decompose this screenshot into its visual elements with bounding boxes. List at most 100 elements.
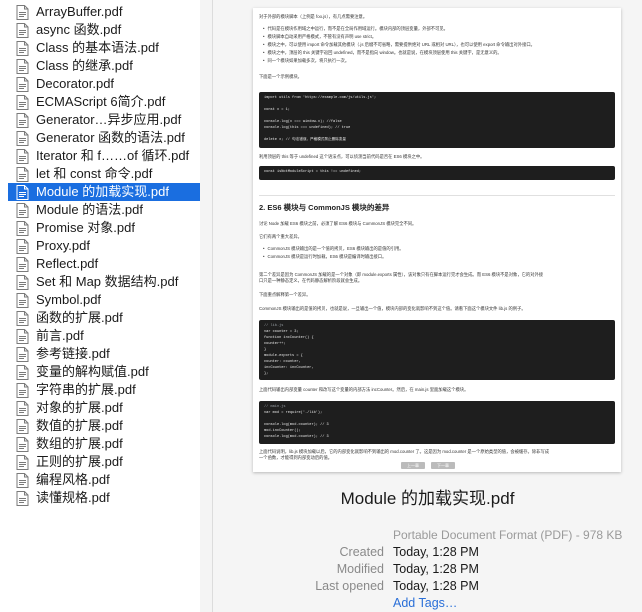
file-row[interactable]: ECMAScript 6简介.pdf (8, 93, 200, 111)
file-label: Reflect.pdf (36, 256, 99, 271)
meta-last-opened: Last opened Today, 1:28 PM (213, 579, 642, 595)
doc-bullet: 代码是在模块作用域之中运行，而不是在全局作用域运行。模块内部的顶层变量，外部不可… (263, 26, 615, 32)
meta-value: Today, 1:28 PM (393, 579, 479, 593)
doc-section-intro: 讨论 Node 加载 ES6 模块之前，必须了解 ES6 模块与 CommonJ… (259, 221, 417, 226)
file-label: Promise 对象.pdf (36, 220, 135, 235)
file-row[interactable]: 函数的扩展.pdf (8, 309, 200, 327)
file-label: ECMAScript 6简介.pdf (36, 94, 166, 109)
file-label: 数值的扩展.pdf (36, 418, 123, 433)
pdf-file-icon (16, 382, 29, 398)
file-row[interactable]: 数值的扩展.pdf (8, 417, 200, 435)
file-row[interactable]: Reflect.pdf (8, 255, 200, 273)
doc-bullet: 模块之中，可以使用 import 命令加载其他模块（.js 后缀不可省略，需要提… (263, 42, 615, 48)
pager-next: 下一章 (431, 462, 455, 469)
file-label: 编程风格.pdf (36, 472, 110, 487)
file-row[interactable]: Proxy.pdf (8, 237, 200, 255)
file-label: Decorator.pdf (36, 76, 115, 91)
doc-para6b: 一个函数，才能得到内部变动后的值。 (259, 455, 333, 460)
pdf-file-icon (16, 22, 29, 38)
doc-para4: CommonJS 模块输出的是值的拷贝，也就是说，一旦输出一个值，模块内部的变化… (259, 306, 526, 311)
file-label: 对象的扩展.pdf (36, 400, 123, 415)
code-block-2: const isNotModuleScript = this !== undef… (259, 166, 615, 180)
file-row[interactable]: 对象的扩展.pdf (8, 399, 200, 417)
pdf-file-icon (16, 364, 29, 380)
code-block-3: // lib.js var counter = 3; function incCou… (259, 320, 615, 380)
file-row[interactable]: Generator…异步应用.pdf (8, 111, 200, 129)
file-row[interactable]: ArrayBuffer.pdf (8, 3, 200, 21)
code-block-4: // main.js var mod = require('./lib'); co… (259, 401, 615, 444)
file-label: let 和 const 命令.pdf (36, 166, 153, 181)
meta-modified: Modified Today, 1:28 PM (213, 562, 642, 578)
column-divider[interactable] (200, 0, 213, 612)
doc-para5: 上面代码输出内部变量 counter 和改写这个变量的内部方法 incCount… (259, 387, 469, 392)
file-title: Module 的加载实现.pdf (340, 489, 515, 508)
pdf-file-icon (16, 328, 29, 344)
file-row[interactable]: 变量的解构赋值.pdf (8, 363, 200, 381)
file-row[interactable]: Set 和 Map 数据结构.pdf (8, 273, 200, 291)
doc-bullet: 模块脚本自动采用严格模式，不管有没有声明 use strict。 (263, 34, 615, 40)
file-row[interactable]: 读懂规格.pdf (8, 489, 200, 507)
file-row[interactable]: Class 的继承.pdf (8, 57, 200, 75)
file-row[interactable]: Module 的加载实现.pdf (8, 183, 200, 201)
file-row[interactable]: 正则的扩展.pdf (8, 453, 200, 471)
file-label: 变量的解构赋值.pdf (36, 364, 149, 379)
file-row[interactable]: 编程风格.pdf (8, 471, 200, 489)
file-label: 字符串的扩展.pdf (36, 382, 136, 397)
pdf-file-icon (16, 472, 29, 488)
doc-this-note: 利用顶层的 this 等于 undefined 这个语法点，可以侦测当前代码是否… (259, 154, 425, 159)
file-row[interactable]: 数组的扩展.pdf (8, 435, 200, 453)
pdf-file-icon (16, 184, 29, 200)
doc-pager: 上一章 下一章 (401, 462, 455, 469)
file-row[interactable]: 字符串的扩展.pdf (8, 381, 200, 399)
file-row[interactable]: Iterator 和 f……of 循环.pdf (8, 147, 200, 165)
file-label: ArrayBuffer.pdf (36, 4, 123, 19)
pdf-file-icon (16, 274, 29, 290)
preview-pane: 对于外部的模块脚本（上例是 foo.js），有几点需要注意。 代码是在模块作用域… (213, 0, 642, 612)
file-label: 数组的扩展.pdf (36, 436, 123, 451)
file-label: Generator 函数的语法.pdf (36, 130, 185, 145)
file-label: 正则的扩展.pdf (36, 454, 123, 469)
file-label: 参考链接.pdf (36, 346, 110, 361)
pdf-file-icon (16, 148, 29, 164)
file-label: Iterator 和 f……of 循环.pdf (36, 148, 190, 163)
pdf-file-icon (16, 490, 29, 506)
file-row[interactable]: 参考链接.pdf (8, 345, 200, 363)
pager-prev: 上一章 (401, 462, 425, 469)
pdf-file-icon (16, 166, 29, 182)
pdf-file-icon (16, 130, 29, 146)
doc-bullet: 模块之中，顶层的 this 关键字返回 undefined，而不是指向 wind… (263, 50, 615, 56)
code-block-1: import utils from 'https://example.com/j… (259, 92, 615, 148)
file-row[interactable]: Promise 对象.pdf (8, 219, 200, 237)
doc-diff-bullet: CommonJS 模块输出的是一个值的拷贝，ES6 模块输出的是值的引用。 (263, 246, 615, 252)
file-row[interactable]: async 函数.pdf (8, 21, 200, 39)
file-row[interactable]: Class 的基本语法.pdf (8, 39, 200, 57)
pdf-file-icon (16, 454, 29, 470)
file-label: Set 和 Map 数据结构.pdf (36, 274, 179, 289)
pdf-file-icon (16, 94, 29, 110)
file-row[interactable]: Module 的语法.pdf (8, 201, 200, 219)
section-rule (259, 195, 615, 196)
code-line: delete x; // 句法错误，严格模式禁止删除变量 (264, 138, 346, 142)
file-label: Proxy.pdf (36, 238, 90, 253)
file-kind-size: Portable Document Format (PDF) - 978 KB (393, 528, 623, 542)
meta-key: Last opened (315, 579, 384, 593)
file-label: Module 的语法.pdf (36, 202, 143, 217)
add-tags-link[interactable]: Add Tags… (393, 596, 457, 610)
pdf-file-icon (16, 256, 29, 272)
file-label: Generator…异步应用.pdf (36, 112, 182, 127)
file-row[interactable]: 前言.pdf (8, 327, 200, 345)
code-line: const isNotModuleScript = this !== undef… (264, 170, 362, 174)
file-row[interactable]: Decorator.pdf (8, 75, 200, 93)
file-label: 前言.pdf (36, 328, 84, 343)
file-row[interactable]: Symbol.pdf (8, 291, 200, 309)
file-row[interactable]: Generator 函数的语法.pdf (8, 129, 200, 147)
pdf-file-icon (16, 202, 29, 218)
pdf-file-icon (16, 400, 29, 416)
file-row[interactable]: let 和 const 命令.pdf (8, 165, 200, 183)
pdf-file-icon (16, 58, 29, 74)
pdf-file-icon (16, 436, 29, 452)
meta-key: Created (339, 545, 384, 559)
pdf-file-icon (16, 418, 29, 434)
doc-para3: 下面重点解释第一个差异。 (259, 292, 311, 297)
pdf-thumbnail[interactable]: 对于外部的模块脚本（上例是 foo.js），有几点需要注意。 代码是在模块作用域… (253, 8, 621, 472)
